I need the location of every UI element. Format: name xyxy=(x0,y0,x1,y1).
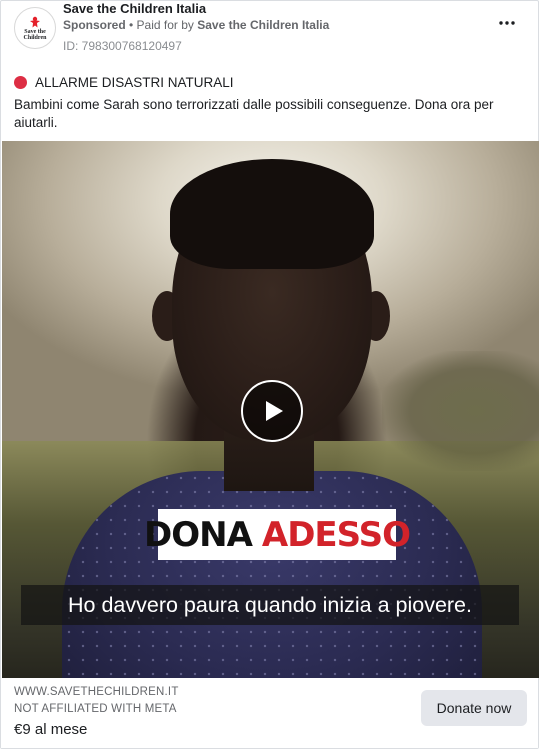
dona-adesso-banner: DONA ADESSO xyxy=(144,509,411,560)
sponsored-label: Sponsored xyxy=(63,18,126,32)
banner-word-dona: DONA xyxy=(143,514,253,555)
donate-now-button[interactable]: Donate now xyxy=(421,690,527,726)
video-player[interactable]: DONA ADESSO Ho davvero paura quando inizi… xyxy=(2,141,539,678)
paid-for-prefix: Paid for by xyxy=(136,18,198,32)
save-the-children-logo-icon xyxy=(30,16,40,27)
play-button[interactable] xyxy=(241,380,303,442)
more-horizontal-icon xyxy=(499,21,515,25)
red-circle-icon xyxy=(14,76,27,89)
paid-for-name: Save the Children Italia xyxy=(197,18,330,32)
sponsored-line: Sponsored • Paid for by Save the Childre… xyxy=(63,18,329,32)
price-text[interactable]: €9 al mese xyxy=(14,721,87,738)
link-domain[interactable]: WWW.SAVETHECHILDREN.IT xyxy=(14,686,179,698)
ad-header: Save the Children Save the Children Ital… xyxy=(1,1,538,61)
affiliation-notice: NOT AFFILIATED WITH META xyxy=(14,703,177,715)
video-child-hair xyxy=(170,159,374,269)
video-dress-pattern xyxy=(62,471,482,678)
logo-text-line2: Children xyxy=(23,34,47,41)
advertiser-avatar[interactable]: Save the Children xyxy=(14,7,56,49)
video-background-tree xyxy=(382,351,539,471)
advertiser-name[interactable]: Save the Children Italia xyxy=(63,1,206,16)
ad-card: Save the Children Save the Children Ital… xyxy=(0,0,539,749)
post-body-text: Bambini come Sarah sono terrorizzati dal… xyxy=(14,97,494,130)
banner-word-adesso: ADESSO xyxy=(261,514,411,555)
ad-id: ID: 798300768120497 xyxy=(63,39,182,53)
meta-separator: • xyxy=(125,18,137,32)
video-subtitle: Ho davvero paura quando inizia a piovere… xyxy=(21,585,519,625)
ad-footer: WWW.SAVETHECHILDREN.IT NOT AFFILIATED WI… xyxy=(1,678,538,748)
alert-text: ALLARME DISASTRI NATURALI xyxy=(35,75,234,90)
more-options-button[interactable] xyxy=(493,11,521,35)
play-icon xyxy=(266,401,283,421)
alert-headline: ALLARME DISASTRI NATURALI xyxy=(14,75,234,90)
